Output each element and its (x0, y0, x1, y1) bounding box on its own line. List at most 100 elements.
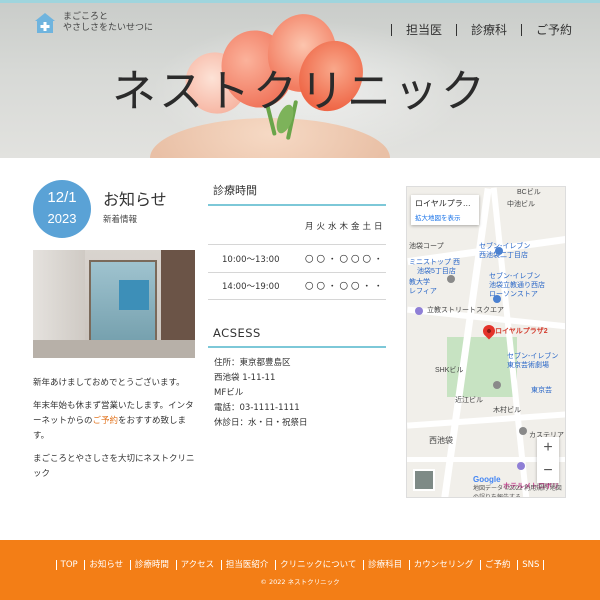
zoom-in-button[interactable]: + (537, 437, 559, 460)
access-building: MFビル (214, 388, 244, 398)
footer-link-reservation[interactable]: ご予約 (480, 560, 515, 570)
map-label: レフィア (409, 288, 437, 295)
photo-sign (119, 280, 149, 310)
access-info: 住所：東京都豊島区 西池袋 1-11-11 MFビル 電話：03-1111-11… (208, 348, 386, 431)
hours-mark: ・ (373, 282, 383, 292)
house-cross-icon (33, 11, 57, 35)
logo-line-2: やさしさをたいせつに (63, 23, 154, 33)
nav-reservation[interactable]: ご予約 (520, 24, 572, 36)
map-label: セブン-イレブン (489, 273, 541, 280)
map-road (407, 411, 565, 429)
hours-mark: 〇 (304, 282, 314, 292)
hours-mark: 〇 (304, 254, 314, 265)
map-poi-icon[interactable] (415, 307, 423, 315)
footer-link-departments[interactable]: 診療科目 (363, 560, 407, 570)
map-label: 東京芸 (531, 387, 552, 394)
hours-mark: 〇 (350, 254, 360, 265)
map-poi-icon[interactable] (493, 381, 501, 389)
site-footer: TOP お知らせ 診療時間 アクセス 担当医紹介 クリニックについて 診療科目 … (0, 540, 600, 600)
clinic-entrance-photo (33, 250, 195, 358)
day-label: 土 (362, 222, 371, 232)
map-label: ロイヤルプラザ2 (495, 328, 548, 335)
date-badge: 12/1 2023 (33, 180, 91, 238)
nav-doctor[interactable]: 担当医 (390, 24, 442, 36)
news-paragraph: 年末年始も休まず営業いたします。インターネットからのご予約をおすすめ致します。 (33, 399, 198, 444)
news-paragraph: 新年あけましておめでとうございます。 (33, 378, 185, 388)
access-address: 西池袋 1-11-11 (214, 373, 276, 383)
map-label: 立教ストリートスクエア (427, 307, 504, 314)
map-attribution: 地図データ ©2022 利用規約 地図の誤りを報告する (473, 486, 562, 498)
hours-mark: 〇 (316, 254, 325, 265)
hours-mark: 〇 (350, 282, 360, 292)
footer-link-about[interactable]: クリニックについて (275, 560, 361, 570)
hours-mark: 〇 (339, 282, 348, 292)
map-label: BCビル (517, 189, 541, 196)
news-subtitle: 新着情報 (103, 215, 138, 225)
map-enlarge-link[interactable]: 拡大地図を表示 (415, 212, 475, 222)
hours-mark: 〇 (339, 254, 348, 265)
map-poi-icon[interactable] (493, 295, 501, 303)
map-poi-icon[interactable] (447, 275, 455, 283)
access-heading: ACSESS (208, 324, 386, 348)
map-poi-icon[interactable] (519, 427, 527, 435)
logo-text: まごころと やさしさをたいせつに (63, 12, 153, 34)
hours-mark: 〇 (316, 282, 325, 292)
map-zoom-control: + − (537, 437, 559, 483)
day-label: 日 (373, 222, 383, 232)
footer-divider (543, 560, 545, 570)
footer-link-news[interactable]: お知らせ (84, 560, 128, 570)
access-address: 住所：東京都豊島区 (214, 358, 291, 368)
copyright: © 2022 ネストクリニック (260, 578, 340, 586)
hours-heading: 診療時間 (208, 180, 386, 206)
access-phone: 電話：03-1111-1111 (214, 403, 300, 413)
map-label: ミニストップ 西 (409, 259, 460, 266)
day-label: 月 (304, 222, 314, 232)
map-label: 教大学 (409, 279, 430, 286)
map-label: 中池ビル (507, 201, 535, 208)
news-body: 新年あけましておめでとうございます。 年末年始も休まず営業いたします。インターネ… (33, 376, 198, 490)
map-place-card: ロイヤルプラ… 拡大地図を表示 (411, 195, 479, 225)
zoom-out-button[interactable]: − (537, 460, 559, 483)
footer-link-top[interactable]: TOP (55, 560, 82, 570)
map-label: 近江ビル (455, 397, 483, 404)
footer-link-hours[interactable]: 診療時間 (129, 560, 173, 570)
hours-days-header: 月 火 水 木 金 土 日 (208, 206, 386, 244)
photo-floor (33, 340, 195, 358)
footer-link-access[interactable]: アクセス (175, 560, 219, 570)
news-paragraph: まごころとやさしさを大切にネストクリニック (33, 454, 195, 479)
logo-line-1: まごころと (63, 12, 109, 22)
map-label: 池袋立教通り西店 (489, 282, 545, 289)
hours-row: 10:00～13:00 〇 〇 ・ 〇 〇 〇 ・ (208, 244, 386, 272)
footer-link-counseling[interactable]: カウンセリング (408, 560, 478, 570)
access-closed-days: 休診日：水・日・祝祭日 (214, 418, 308, 428)
site-logo[interactable]: まごころと やさしさをたいせつに (33, 11, 153, 35)
footer-link-sns[interactable]: SNS (517, 560, 544, 570)
footer-nav: TOP お知らせ 診療時間 アクセス 担当医紹介 クリニックについて 診療科目 … (0, 558, 600, 570)
header-nav: 担当医 診療科 ご予約 (377, 24, 572, 36)
google-map[interactable]: ロイヤルプラ… 拡大地図を表示 BCビル 中池ビル 池袋コープ セブン-イレブン… (406, 186, 566, 498)
access-section: ACSESS 住所：東京都豊島区 西池袋 1-11-11 MFビル 電話：03-… (208, 324, 386, 431)
hours-mark: ・ (373, 254, 383, 265)
hours-marks: 〇 〇 ・ 〇 〇 〇 ・ (304, 253, 387, 265)
map-label: 池袋コープ (409, 243, 444, 250)
footer-link-doctors[interactable]: 担当医紹介 (220, 560, 273, 570)
map-label: 西池袋二丁目店 (479, 252, 528, 259)
day-label: 木 (339, 222, 348, 232)
map-satellite-toggle[interactable] (413, 469, 435, 491)
reservation-link[interactable]: ご予約 (93, 416, 119, 426)
hours-time: 14:00～19:00 (222, 282, 280, 292)
hours-marks: 〇 〇 ・ 〇 〇 ・ ・ (304, 280, 387, 292)
date-year: 2023 (47, 211, 77, 226)
day-label: 火 (316, 222, 325, 232)
map-poi-icon[interactable] (495, 247, 503, 255)
day-label: 金 (350, 222, 360, 232)
map-label: セブン-イレブン (479, 243, 531, 250)
day-label: 水 (327, 222, 337, 232)
news-title: お知らせ (103, 190, 167, 209)
hours-mark: 〇 (362, 254, 371, 265)
nav-departments[interactable]: 診療科 (455, 24, 507, 36)
hours-mark: ・ (362, 282, 371, 292)
hero-banner: まごころと やさしさをたいせつに 担当医 診療科 ご予約 ネストクリニック (0, 0, 600, 158)
map-poi-icon[interactable] (517, 462, 525, 470)
hours-time: 10:00～13:00 (222, 254, 280, 265)
